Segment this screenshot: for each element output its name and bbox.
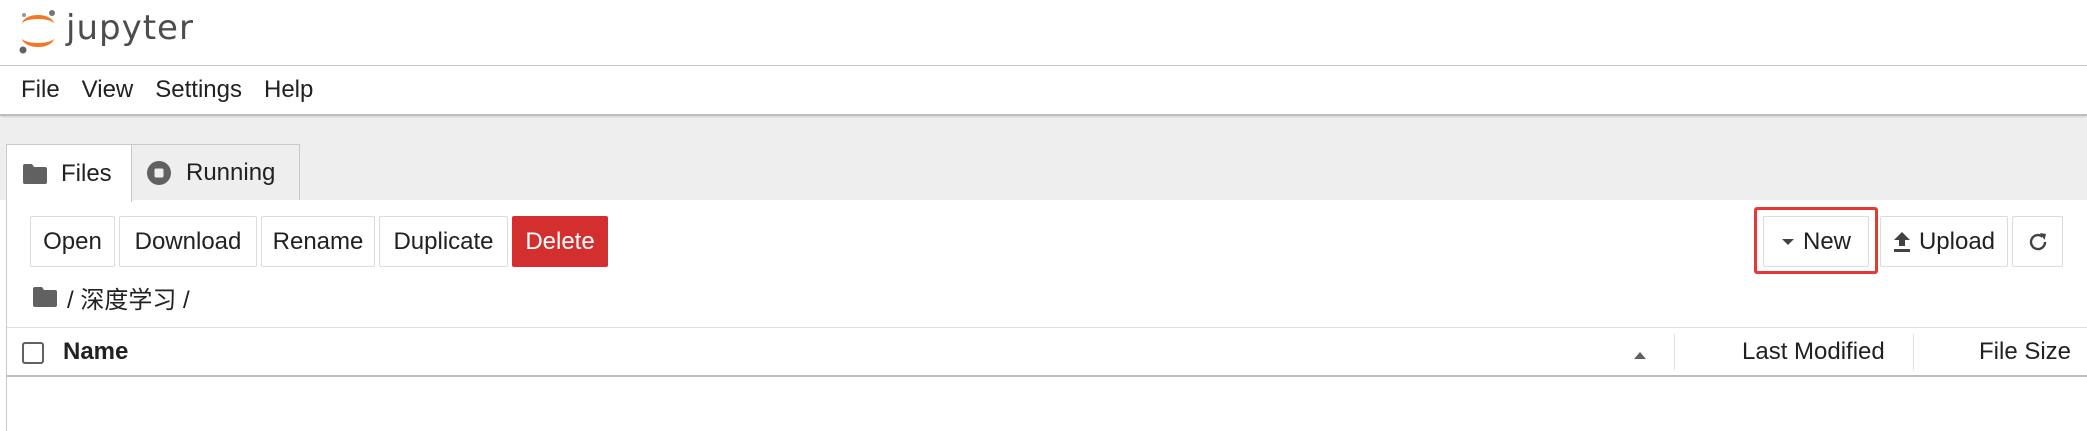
stop-circle-icon xyxy=(146,160,172,186)
folder-icon xyxy=(23,163,47,184)
column-name[interactable]: Name xyxy=(63,328,128,376)
refresh-icon xyxy=(2027,231,2049,253)
jupyter-logo-icon xyxy=(18,6,58,56)
tab-files[interactable]: Files xyxy=(6,144,132,202)
tab-running[interactable]: Running xyxy=(132,144,300,201)
upload-icon xyxy=(1893,231,1911,253)
rename-button[interactable]: Rename xyxy=(261,216,375,267)
new-button-highlight xyxy=(1754,207,1878,274)
open-button[interactable]: Open xyxy=(30,216,115,267)
menu-help[interactable]: Help xyxy=(253,65,324,115)
column-divider xyxy=(1674,334,1675,370)
jupyter-logo[interactable]: jupyter xyxy=(18,6,208,56)
menu-settings[interactable]: Settings xyxy=(144,65,253,115)
tab-running-label: Running xyxy=(186,159,276,186)
delete-button[interactable]: Delete xyxy=(512,216,608,267)
duplicate-button[interactable]: Duplicate xyxy=(379,216,508,267)
listing-header: Name Last Modified File Size xyxy=(7,327,2087,377)
column-file-size[interactable]: File Size xyxy=(1979,328,2071,376)
menu-file[interactable]: File xyxy=(10,65,71,115)
upload-button-label: Upload xyxy=(1918,227,1996,255)
select-all-checkbox[interactable] xyxy=(22,342,44,364)
sort-ascending-icon[interactable] xyxy=(1633,347,1647,365)
column-last-modified[interactable]: Last Modified xyxy=(1742,328,1885,376)
breadcrumb: / 深度学习 / xyxy=(33,280,190,314)
home-folder-icon[interactable] xyxy=(33,287,57,307)
menubar: File View Settings Help xyxy=(0,66,2087,116)
header: jupyter xyxy=(0,0,2087,66)
column-divider xyxy=(1913,334,1914,370)
logo-text: jupyter xyxy=(66,8,194,48)
upload-button[interactable]: Upload xyxy=(1880,216,2008,267)
refresh-button[interactable] xyxy=(2012,216,2063,267)
breadcrumb-path[interactable]: / 深度学习 / xyxy=(67,280,190,315)
menu-view[interactable]: View xyxy=(71,65,145,115)
download-button[interactable]: Download xyxy=(119,216,257,267)
tab-files-label: Files xyxy=(61,159,112,187)
tab-bar: Files Running xyxy=(0,118,2087,202)
